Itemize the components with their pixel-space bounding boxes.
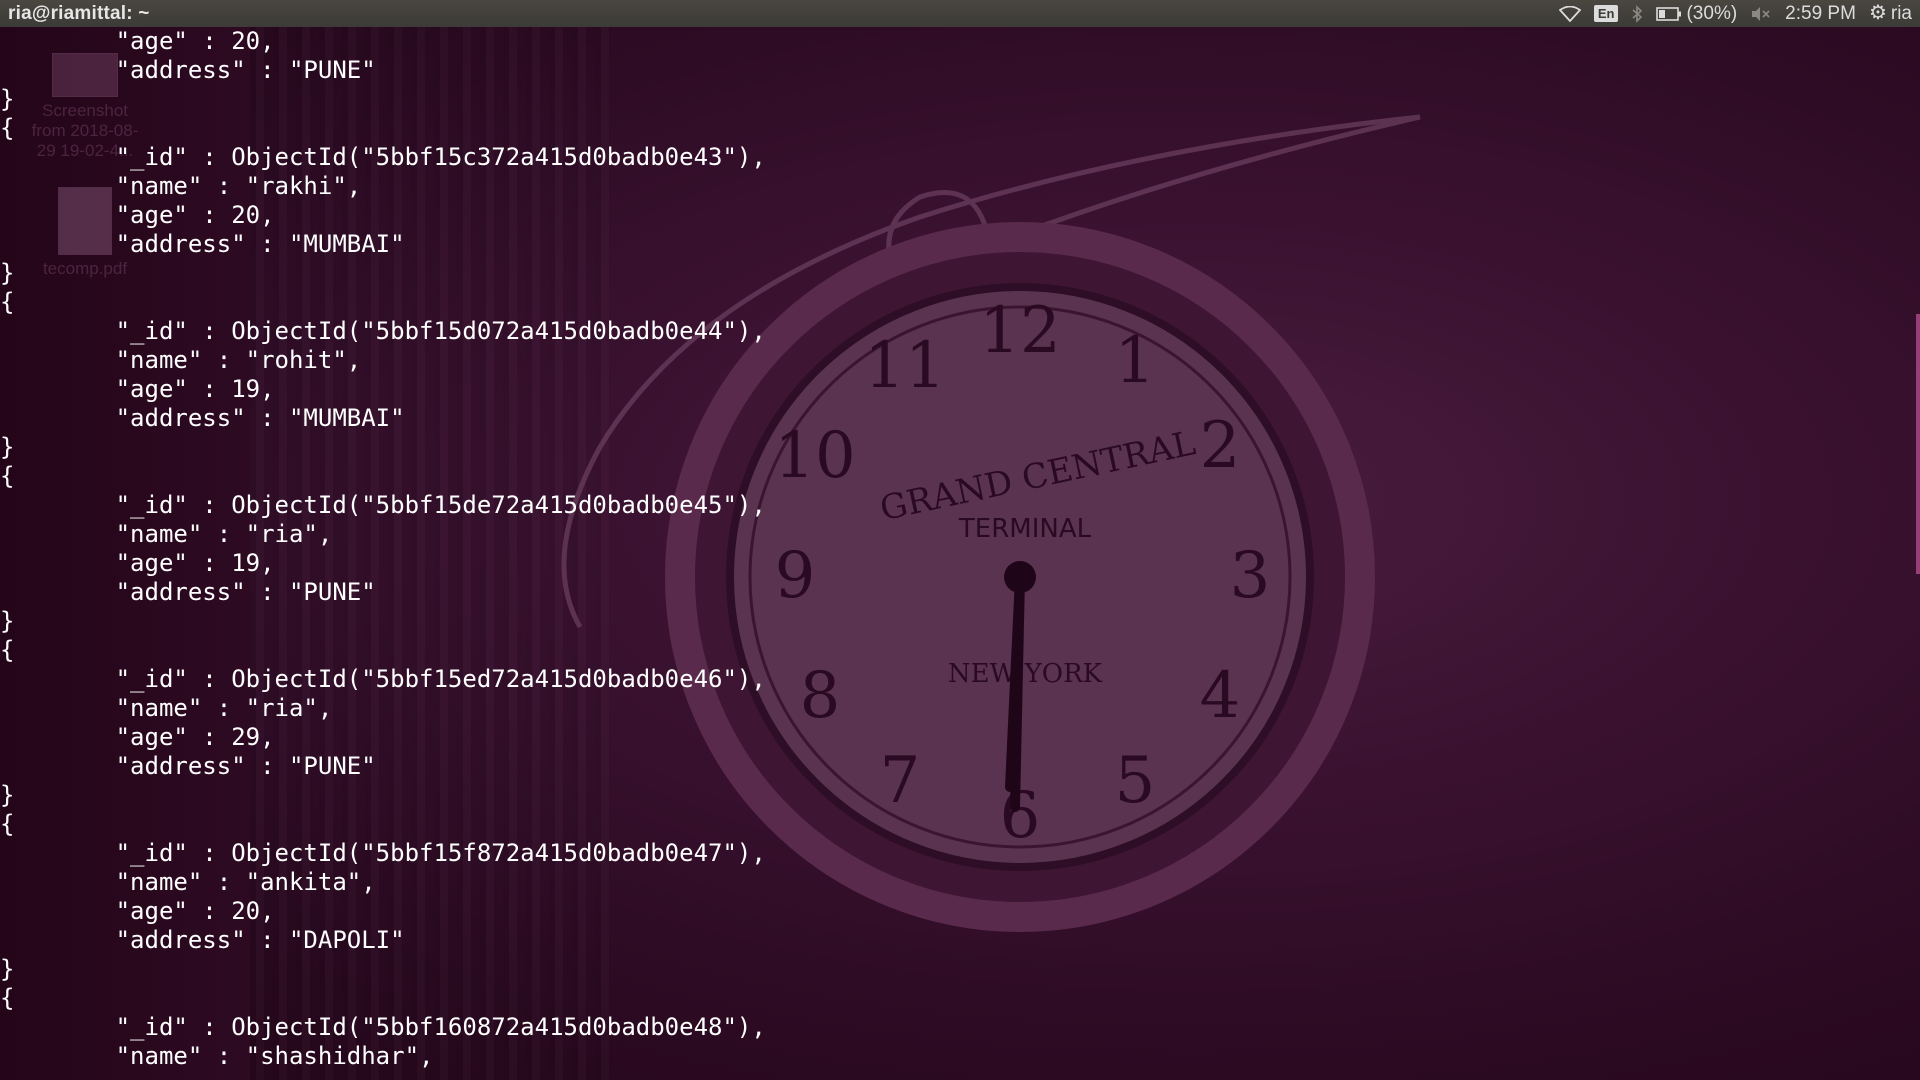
top-panel: ria@riamittal: ~ En (30%) 2:59 PM ⚙ ria xyxy=(0,0,1920,27)
terminal-line: "name" : "ria", xyxy=(0,694,333,722)
terminal-line: { xyxy=(0,462,15,490)
terminal-line: } xyxy=(0,259,15,287)
terminal-line: "address" : "MUMBAI" xyxy=(0,230,405,258)
bluetooth-icon[interactable] xyxy=(1631,4,1643,23)
gear-icon: ⚙ xyxy=(1868,2,1887,24)
terminal-line: { xyxy=(0,984,15,1012)
terminal-line: "age" : 29, xyxy=(0,723,275,751)
window-title: ria@riamittal: ~ xyxy=(8,3,150,24)
terminal-output[interactable]: "age" : 20, "address" : "PUNE"}{ "_id" :… xyxy=(0,27,1900,1080)
terminal-line: "_id" : ObjectId("5bbf15de72a415d0badb0e… xyxy=(0,491,766,519)
terminal-line: { xyxy=(0,114,15,142)
terminal-line: { xyxy=(0,636,15,664)
terminal-line: } xyxy=(0,955,15,983)
terminal-line: "address" : "PUNE" xyxy=(0,578,376,606)
terminal-line: "address" : "PUNE" xyxy=(0,56,376,84)
battery-icon xyxy=(1656,6,1682,21)
terminal-line: "name" : "rohit", xyxy=(0,346,362,374)
terminal-line: "_id" : ObjectId("5bbf15f872a415d0badb0e… xyxy=(0,839,766,867)
language-label: En xyxy=(1593,5,1619,22)
battery-indicator[interactable]: (30%) xyxy=(1656,0,1737,27)
time-label: 2:59 PM xyxy=(1785,3,1856,24)
terminal-line: "name" : "rakhi", xyxy=(0,172,362,200)
terminal-line: } xyxy=(0,607,15,635)
terminal-line: { xyxy=(0,810,15,838)
terminal-line: "address" : "MUMBAI" xyxy=(0,404,405,432)
terminal-line: "age" : 19, xyxy=(0,549,275,577)
terminal-line: "_id" : ObjectId("5bbf15d072a415d0badb0e… xyxy=(0,317,766,345)
terminal-line: { xyxy=(0,288,15,316)
terminal-line: "name" : "ankita", xyxy=(0,868,376,896)
wifi-icon[interactable] xyxy=(1558,5,1581,22)
terminal-line: "address" : "DAPOLI" xyxy=(0,926,405,954)
session-menu[interactable]: ⚙ ria xyxy=(1869,0,1912,27)
terminal-line: "name" : "shashidhar", xyxy=(0,1042,434,1070)
terminal-line: } xyxy=(0,433,15,461)
terminal-line: "age" : 20, xyxy=(0,897,275,925)
terminal-line: "age" : 19, xyxy=(0,375,275,403)
terminal-line: } xyxy=(0,85,15,113)
volume-muted-icon[interactable] xyxy=(1750,6,1772,22)
terminal-line: "age" : 20, xyxy=(0,27,275,55)
user-name: ria xyxy=(1890,3,1912,24)
keyboard-layout-indicator[interactable]: En xyxy=(1593,5,1619,22)
battery-percent: (30%) xyxy=(1686,3,1738,24)
terminal-line: "name" : "ria", xyxy=(0,520,333,548)
terminal-line: "address" : "PUNE" xyxy=(0,752,376,780)
clock-indicator[interactable]: 2:59 PM xyxy=(1785,0,1856,27)
terminal-line: } xyxy=(0,781,15,809)
terminal-line: "_id" : ObjectId("5bbf15ed72a415d0badb0e… xyxy=(0,665,766,693)
indicator-area: En (30%) 2:59 PM ⚙ ria xyxy=(1558,0,1912,27)
terminal-line: "_id" : ObjectId("5bbf160872a415d0badb0e… xyxy=(0,1013,766,1041)
terminal-line: "age" : 20, xyxy=(0,201,275,229)
terminal-scrollbar[interactable] xyxy=(1916,314,1920,574)
terminal-line: "_id" : ObjectId("5bbf15c372a415d0badb0e… xyxy=(0,143,766,171)
